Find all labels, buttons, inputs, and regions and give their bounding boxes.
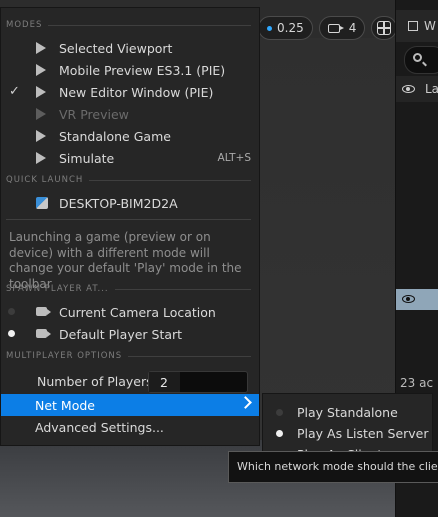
advanced-settings-item[interactable]: Advanced Settings...	[1, 416, 259, 438]
search-icon	[413, 53, 422, 62]
mode-label: Selected Viewport	[59, 40, 173, 56]
advanced-settings-label: Advanced Settings...	[35, 420, 164, 435]
section-quick-launch-label: QUICK LAUNCH	[6, 175, 84, 185]
net-mode-option-label: Play As Listen Server	[297, 426, 429, 441]
section-spawn: SPAWN PLAYER AT...	[6, 284, 251, 294]
section-quick-launch: QUICK LAUNCH	[6, 175, 251, 185]
spawn-default-player-start[interactable]: Default Player Start	[1, 323, 259, 345]
spawn-label: Current Camera Location	[59, 304, 216, 320]
spawn-current-camera[interactable]: Current Camera Location	[1, 301, 259, 323]
eye-icon[interactable]	[402, 295, 415, 303]
speed-dot-icon	[267, 25, 272, 31]
number-of-players-value: 2	[160, 375, 168, 390]
outliner-icon	[408, 21, 418, 31]
net-mode-option-label: Play Standalone	[297, 405, 398, 420]
divider	[128, 355, 251, 357]
number-of-players-label: Number of Players	[37, 374, 153, 389]
mode-label: VR Preview	[59, 106, 129, 122]
mode-label: New Editor Window (PIE)	[59, 84, 214, 100]
section-multiplayer: MULTIPLAYER OPTIONS	[6, 351, 251, 361]
number-of-players-input[interactable]: 2	[148, 371, 248, 393]
outliner-selected-row[interactable]	[396, 289, 438, 310]
mode-selected-viewport[interactable]: Selected Viewport	[1, 37, 259, 59]
mode-mobile-preview[interactable]: Mobile Preview ES3.1 (PIE)	[1, 59, 259, 81]
grid-icon	[377, 21, 392, 35]
net-mode-tooltip: Which network mode should the clients la…	[228, 451, 438, 483]
section-multiplayer-label: MULTIPLAYER OPTIONS	[6, 351, 123, 361]
simulate-icon	[36, 152, 49, 164]
eye-icon[interactable]	[402, 85, 415, 93]
section-modes-label: MODES	[6, 20, 43, 30]
checkmark-icon: ✓	[9, 84, 20, 99]
radio-selected-icon	[8, 330, 15, 337]
outliner-actor-count: 23 ac	[400, 376, 434, 390]
mode-new-editor-window[interactable]: ✓ New Editor Window (PIE)	[1, 81, 259, 103]
camera-speed-value: 4	[348, 21, 357, 35]
speed-chip[interactable]: 0.25	[258, 16, 313, 40]
launch-help-text: Launching a game (preview or on device) …	[9, 230, 242, 291]
outliner-header-label: La	[424, 82, 438, 96]
chevron-right-icon	[239, 396, 252, 409]
layout-button[interactable]	[371, 16, 398, 40]
mobile-play-icon	[36, 64, 49, 76]
vr-play-icon	[36, 108, 49, 120]
net-mode-label: Net Mode	[35, 398, 95, 413]
net-mode-menu-item[interactable]: Net Mode	[1, 394, 259, 416]
number-of-players-row: Number of Players 2	[1, 370, 259, 394]
mode-vr-preview: VR Preview	[1, 103, 259, 125]
section-spawn-label: SPAWN PLAYER AT...	[6, 284, 109, 294]
camera-icon	[36, 306, 49, 318]
mode-label: Simulate	[59, 150, 115, 166]
speed-value: 0.25	[277, 21, 304, 35]
radio-selected-icon	[276, 430, 283, 437]
mode-label: Standalone Game	[59, 128, 171, 144]
section-modes: MODES	[6, 20, 251, 30]
net-mode-listen-server[interactable]: Play As Listen Server	[263, 423, 434, 444]
camera-icon	[327, 23, 344, 33]
divider	[89, 179, 251, 181]
outliner-tab[interactable]: W	[396, 10, 438, 42]
radio-unselected-icon	[276, 409, 283, 416]
shortcut-label: ALT+S	[217, 152, 251, 164]
spawn-label: Default Player Start	[59, 326, 183, 342]
device-label: DESKTOP-BIM2D2A	[59, 195, 178, 211]
window-play-icon	[36, 86, 49, 98]
divider	[114, 288, 251, 290]
outliner-header: La	[396, 76, 438, 102]
net-mode-play-standalone[interactable]: Play Standalone	[263, 402, 434, 423]
divider	[6, 219, 251, 220]
mode-standalone-game[interactable]: Standalone Game	[1, 125, 259, 147]
player-start-icon	[36, 328, 49, 340]
viewport-toolbar: 0.25 4	[258, 16, 398, 40]
play-icon	[36, 42, 49, 54]
outliner-search-input[interactable]	[404, 46, 438, 74]
quick-launch-device[interactable]: DESKTOP-BIM2D2A	[1, 192, 259, 214]
standalone-play-icon	[36, 130, 49, 142]
mode-label: Mobile Preview ES3.1 (PIE)	[59, 62, 226, 78]
divider	[48, 24, 251, 26]
play-options-menu: MODES Selected Viewport Mobile Preview E…	[0, 7, 260, 446]
camera-speed-button[interactable]: 4	[318, 16, 366, 40]
mode-simulate[interactable]: Simulate ALT+S	[1, 147, 259, 169]
outliner-tab-label: W	[424, 19, 436, 33]
radio-unselected-icon	[8, 308, 15, 315]
windows-device-icon	[36, 197, 49, 209]
